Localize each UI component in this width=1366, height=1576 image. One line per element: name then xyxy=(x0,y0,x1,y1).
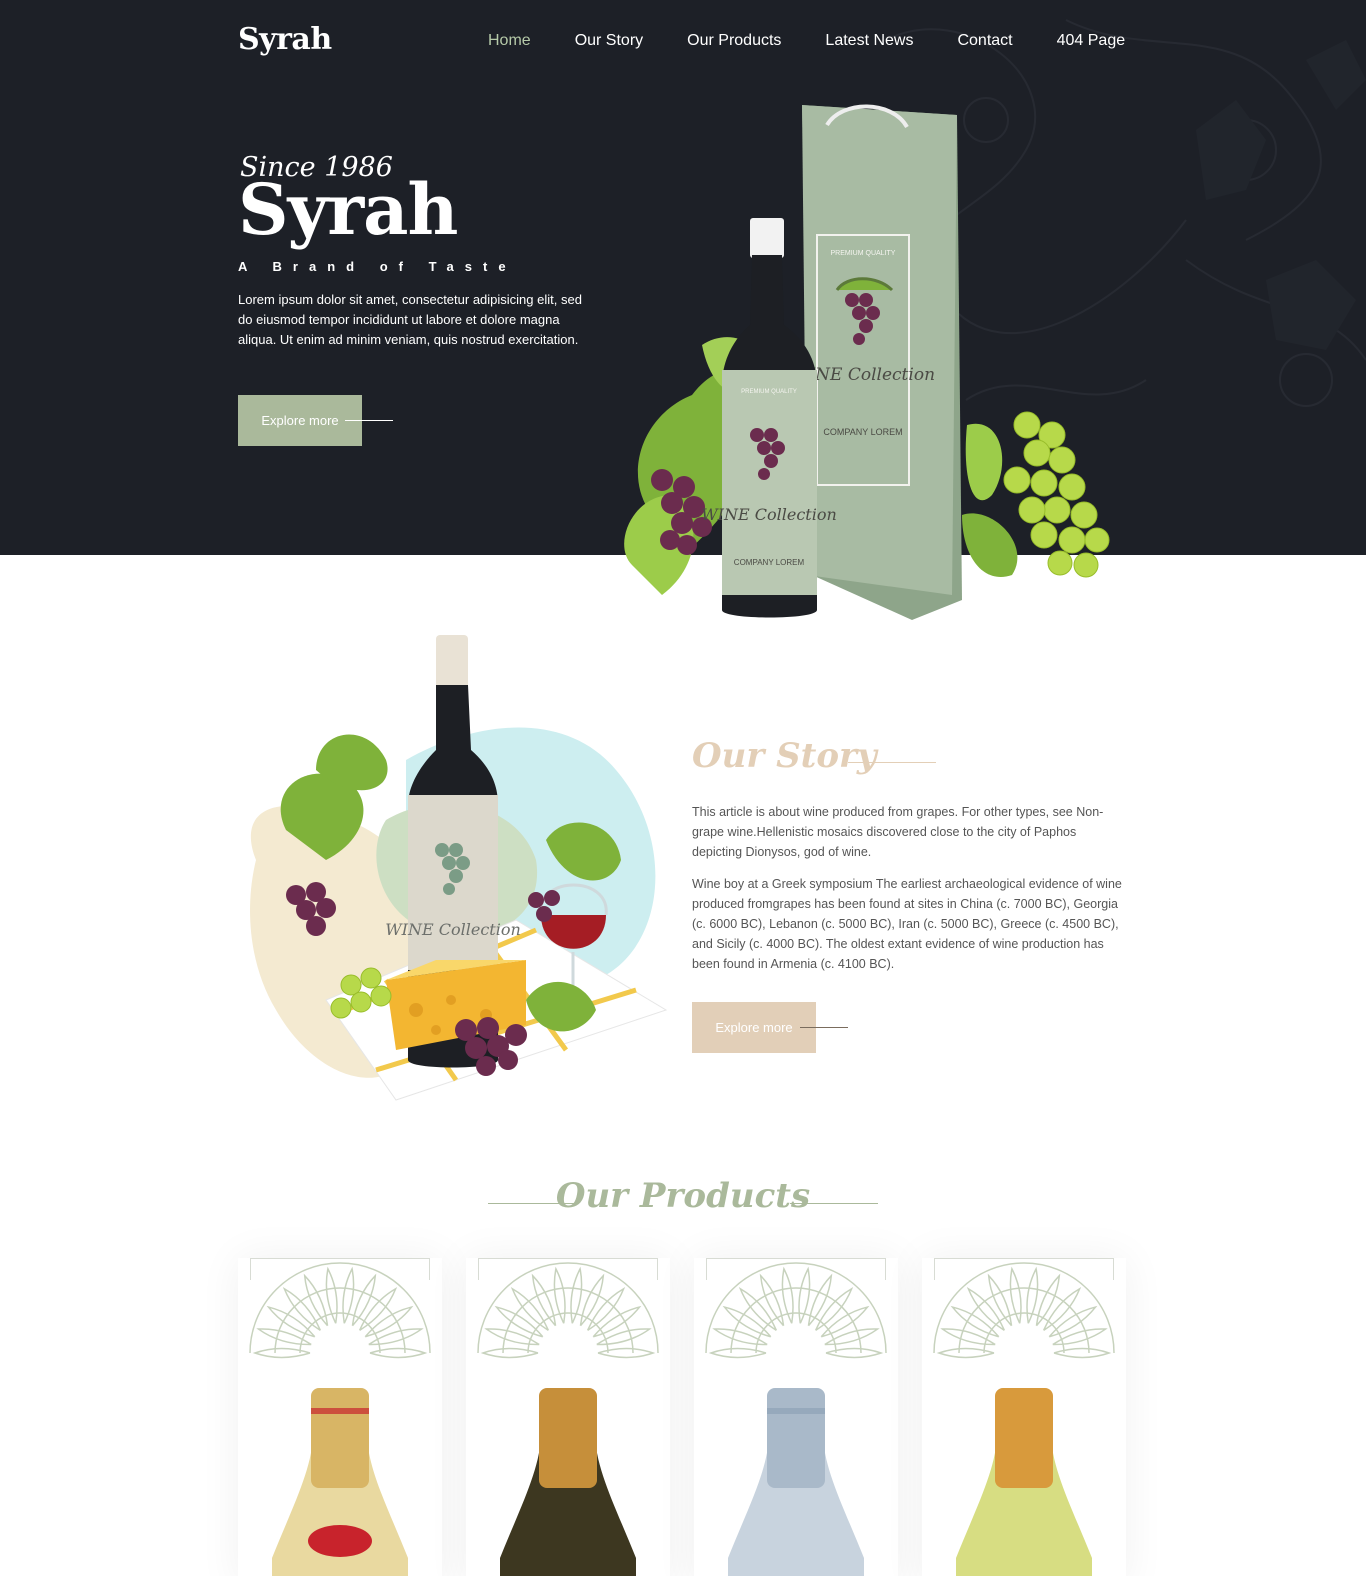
product-card-2[interactable] xyxy=(466,1258,670,1576)
product-bottle-3-image xyxy=(705,1262,887,1576)
nav-home[interactable]: Home xyxy=(488,32,531,50)
product-bottle-2-image xyxy=(477,1262,659,1576)
product-card-1[interactable] xyxy=(238,1258,442,1576)
story-title: Our Story xyxy=(692,736,877,776)
green-grapes-right-image xyxy=(962,411,1110,578)
product-bottle-4-image xyxy=(933,1262,1115,1576)
product-bottle-1-image xyxy=(249,1262,431,1576)
wine-bottle-and-bag-illustration: PREMIUM QUALITY WINE Collection COMPANY … xyxy=(624,104,1110,620)
svg-text:WINE Collection: WINE Collection xyxy=(385,920,521,939)
product-card-3[interactable] xyxy=(694,1258,898,1576)
products-title: Our Products xyxy=(555,1176,811,1216)
story-button-line xyxy=(800,1027,848,1028)
story-explore-button[interactable]: Explore more xyxy=(692,1002,816,1053)
nav-our-story[interactable]: Our Story xyxy=(575,32,643,50)
story-paragraph-1: This article is about wine produced from… xyxy=(692,805,1104,859)
svg-text:PREMIUM QUALITY: PREMIUM QUALITY xyxy=(741,389,797,395)
site-logo[interactable]: Syrah xyxy=(238,22,332,57)
products-rule-right xyxy=(790,1203,878,1204)
hero-explore-button[interactable]: Explore more xyxy=(238,395,362,446)
nav-contact[interactable]: Contact xyxy=(957,32,1012,50)
hero-button-line xyxy=(345,420,393,421)
main-nav: Home Our Story Our Products Latest News … xyxy=(488,32,1125,50)
nav-our-products[interactable]: Our Products xyxy=(687,32,781,50)
product-card-4[interactable] xyxy=(922,1258,1126,1576)
svg-text:COMPANY LOREM: COMPANY LOREM xyxy=(734,558,805,567)
hero-since-script: Since 1986 xyxy=(240,152,393,183)
nav-404-page[interactable]: 404 Page xyxy=(1057,32,1126,50)
svg-text:WINE Collection: WINE Collection xyxy=(701,505,837,524)
story-title-rule xyxy=(848,762,936,763)
story-paragraph-2: Wine boy at a Greek symposium The earlie… xyxy=(692,877,1122,971)
wine-picnic-illustration: WINE Collection xyxy=(250,635,668,1101)
hero-description: Lorem ipsum dolor sit amet, consectetur … xyxy=(238,292,582,347)
svg-text:PREMIUM QUALITY: PREMIUM QUALITY xyxy=(831,250,896,257)
svg-text:COMPANY LOREM: COMPANY LOREM xyxy=(823,427,902,437)
nav-latest-news[interactable]: Latest News xyxy=(825,32,913,50)
hero-tagline: A Brand of Taste xyxy=(238,259,517,274)
